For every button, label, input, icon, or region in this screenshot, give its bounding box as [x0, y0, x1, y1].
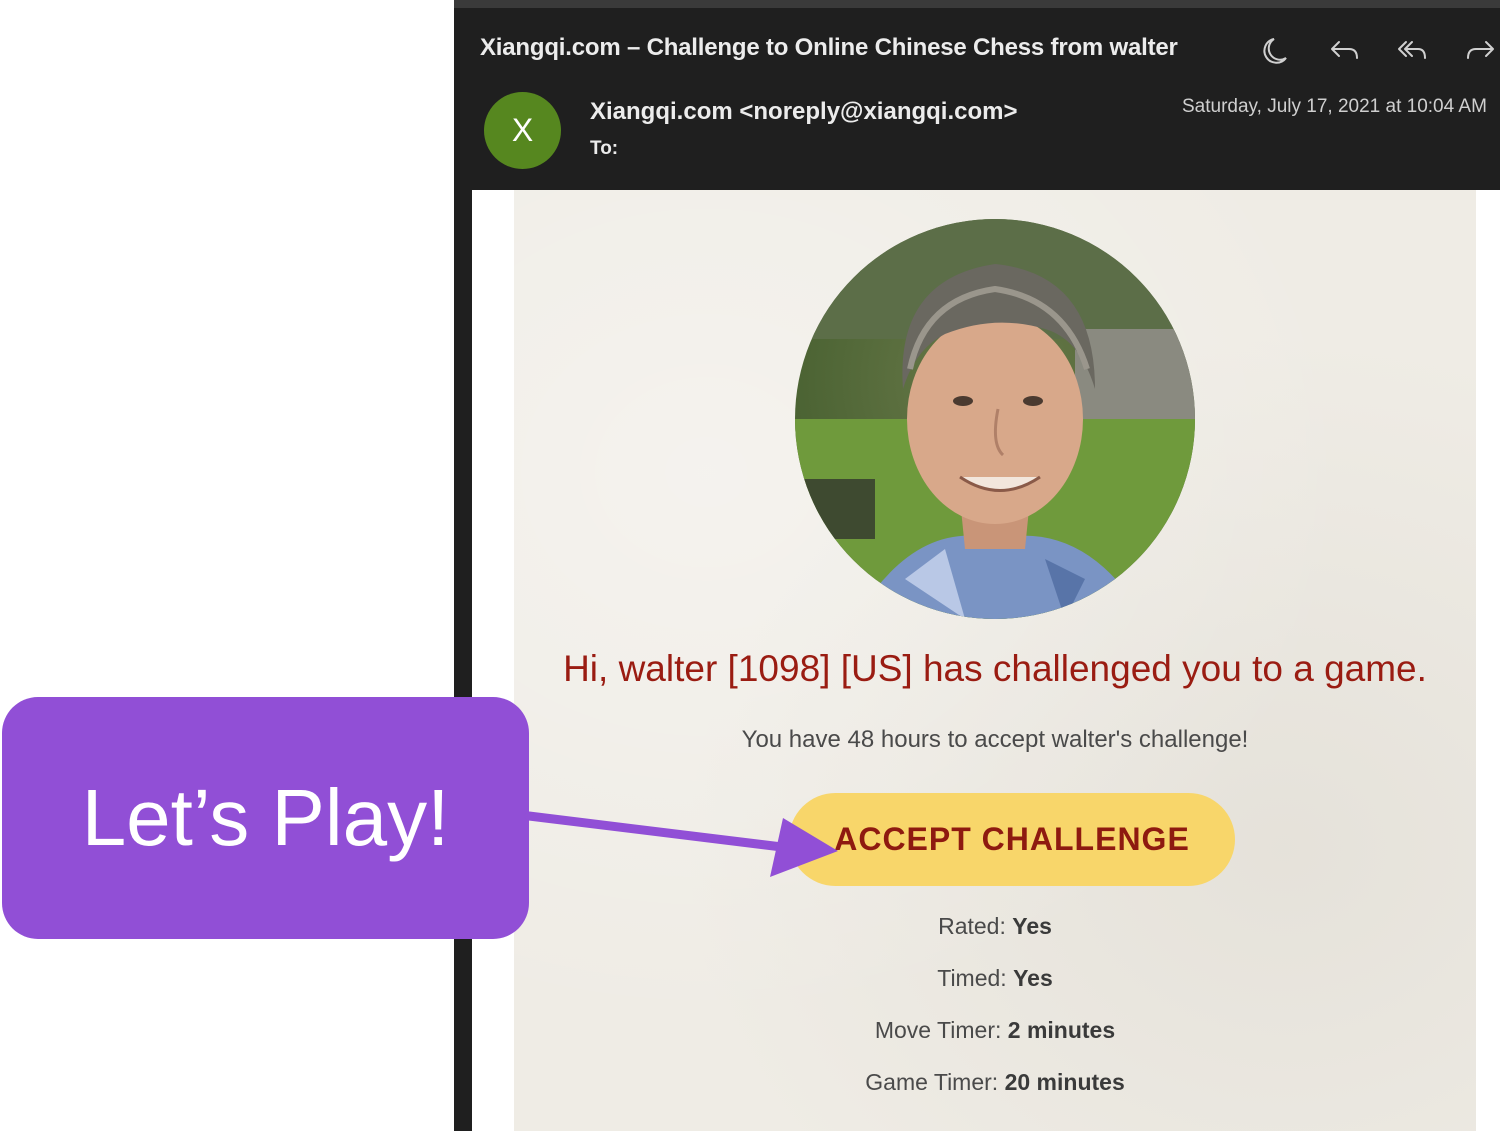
detail-label: Game Timer:	[865, 1069, 1005, 1095]
detail-label: Rated:	[938, 913, 1013, 939]
email-content-card: Hi, walter [1098] [US] has challenged yo…	[514, 190, 1476, 1131]
mail-toolbar	[1254, 28, 1500, 72]
callout-text: Let’s Play!	[81, 773, 450, 862]
window-top-strip	[454, 0, 1500, 8]
reply-all-icon[interactable]	[1394, 28, 1430, 72]
accept-challenge-button[interactable]: ACCEPT CHALLENGE	[789, 793, 1235, 886]
lets-play-callout: Let’s Play!	[2, 697, 529, 939]
screenshot-stage: Xiangqi.com – Challenge to Online Chines…	[0, 0, 1500, 1131]
detail-label: Move Timer:	[874, 1017, 1008, 1043]
detail-value: Yes	[1012, 913, 1052, 939]
detail-game-timer: Game Timer: 20 minutes	[514, 1069, 1476, 1096]
forward-icon[interactable]	[1462, 28, 1498, 72]
sender-address[interactable]: Xiangqi.com <noreply@xiangqi.com>	[590, 98, 1018, 126]
detail-value: Yes	[1013, 965, 1053, 991]
email-body: Hi, walter [1098] [US] has challenged yo…	[472, 190, 1500, 1131]
sender-avatar: X	[484, 92, 561, 169]
challenge-headline: Hi, walter [1098] [US] has challenged yo…	[563, 648, 1427, 689]
challenge-deadline-text: You have 48 hours to accept walter's cha…	[741, 726, 1249, 753]
challenger-photo	[795, 219, 1195, 619]
detail-value: 2 minutes	[1007, 1017, 1116, 1043]
detail-value: 20 minutes	[1004, 1069, 1125, 1095]
email-date: Saturday, July 17, 2021 at 10:04 AM	[1182, 96, 1487, 117]
detail-timed: Timed: Yes	[514, 965, 1476, 992]
moon-icon[interactable]	[1260, 28, 1296, 72]
reply-icon[interactable]	[1327, 28, 1363, 72]
mail-window: Xiangqi.com – Challenge to Online Chines…	[454, 0, 1500, 1131]
to-label: To:	[590, 138, 619, 159]
detail-rated: Rated: Yes	[514, 913, 1476, 940]
detail-label: Timed:	[937, 965, 1014, 991]
detail-move-timer: Move Timer: 2 minutes	[514, 1017, 1476, 1044]
email-subject: Xiangqi.com – Challenge to Online Chines…	[480, 34, 1178, 61]
